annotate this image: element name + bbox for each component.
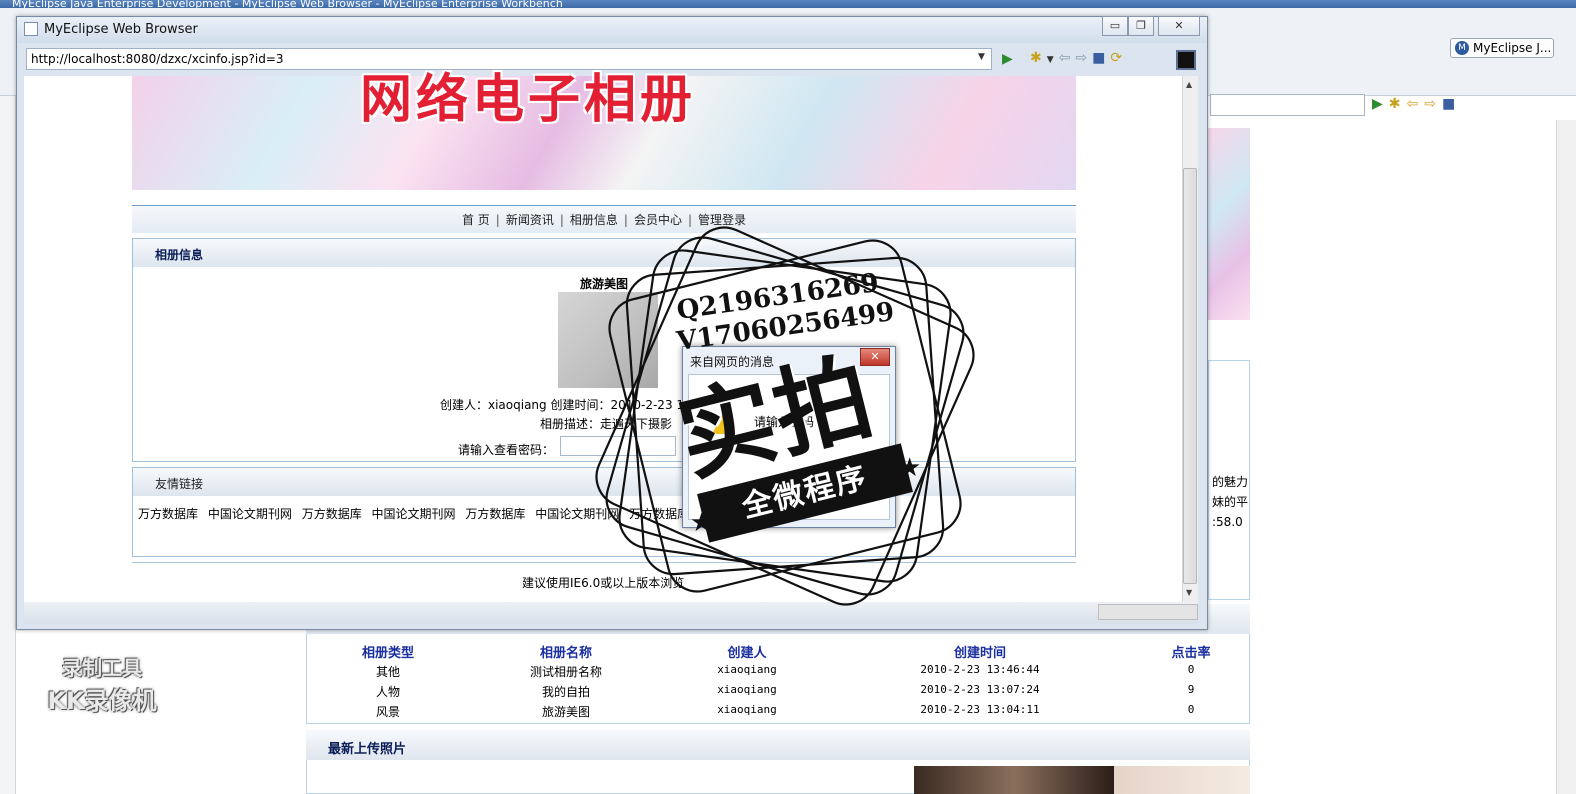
workbench-left-strip [0,96,16,794]
nav-members[interactable]: 会员中心 [634,213,682,227]
forward-icon[interactable]: ⇨ [1424,96,1442,112]
friend-link[interactable]: 中国论文期刊网 [208,507,292,521]
browser-app-icon [24,22,38,36]
workbench-title: MyEclipse Java Enterprise Development - … [12,0,563,8]
latest-photos-header [306,730,1250,760]
stop-icon[interactable]: ■ [1092,50,1110,66]
table-cell-link[interactable]: 我的自拍 [510,683,622,700]
table-cell: 2010-2-23 13:04:11 [920,703,1040,716]
close-button[interactable]: ✕ [1158,16,1200,36]
horizontal-scroll-thumb[interactable] [1098,604,1198,620]
browser-title: MyEclipse Web Browser [44,22,198,37]
background-url-field[interactable] [1210,94,1365,116]
kk-recorder-logo: 录制工具 KK录像机 [32,652,172,715]
chevron-down-icon[interactable]: ▼ [1047,55,1059,65]
friend-links-title: 友情链接 [155,477,204,491]
table-cell-link[interactable]: 测试相册名称 [510,663,622,680]
scroll-up-icon[interactable]: ▲ [1186,80,1192,89]
col-header-clicks: 点击率 [1171,646,1211,661]
nav-albums[interactable]: 相册信息 [570,213,618,227]
album-name: 旅游美图 [580,277,629,291]
nav-home[interactable]: 首 页 [462,213,490,227]
table-cell: 人物 [375,685,400,699]
table-cell: 2010-2-23 13:46:44 [920,663,1040,676]
favorite-icon[interactable]: ✱ [1030,50,1047,66]
col-header-creator: 创建人 [727,646,767,661]
minimize-icon: ▭ [1109,19,1121,32]
table-cell-link[interactable]: 旅游美图 [510,703,622,720]
url-input[interactable]: http://localhost:8080/dzxc/xcinfo.jsp?id… [26,48,992,70]
close-icon: ✕ [870,350,880,363]
nav-admin-login[interactable]: 管理登录 [698,213,746,227]
perspective-button[interactable]: M MyEclipse J... [1450,38,1554,58]
friend-link[interactable]: 万方数据库 [138,507,198,521]
stop-icon[interactable]: ■ [1442,96,1461,112]
kk-logo-line2: KK录像机 [47,687,157,715]
col-header-type: 相册类型 [361,646,414,661]
close-icon: ✕ [1174,19,1184,32]
table-cell: 0 [1187,663,1195,676]
table-cell: xiaoqiang [717,703,777,716]
footer-divider [132,562,1076,563]
table-cell: 0 [1187,703,1195,716]
console-icon[interactable] [1176,50,1196,70]
scroll-down-icon[interactable]: ▼ [1186,588,1192,597]
scroll-thumb[interactable] [1183,168,1197,584]
background-banner [1208,128,1250,320]
background-right-text: 的魅力 妹的平 :58.0 [1212,472,1252,532]
favorite-icon[interactable]: ✱ [1389,96,1407,112]
footer-text: 建议使用IE6.0或以上版本浏览 [522,576,685,590]
friend-link[interactable]: 中国论文期刊网 [372,507,456,521]
password-input[interactable] [560,436,676,456]
site-nav: 首 页 | 新闻资讯 | 相册信息 | 会员中心 | 管理登录 [132,205,1076,233]
latest-photos-title: 最新上传照片 [328,742,407,757]
go-icon[interactable]: ▶ [1002,51,1013,67]
password-label: 请输入查看密码： [458,443,555,457]
col-header-name: 相册名称 [539,646,592,661]
album-info-header [133,239,1075,267]
friend-link[interactable]: 中国论文期刊网 [535,507,619,521]
browser-status-bar [24,602,1198,624]
minimize-button[interactable]: ▭ [1102,16,1128,36]
forward-icon[interactable]: ⇨ [1075,50,1092,66]
friend-link[interactable]: 万方数据库 [302,507,362,521]
friend-link[interactable]: 万方数据库 [465,507,525,521]
album-creator-line: 创建人：xiaoqiang 创建时间：2010-2-23 13 [440,398,692,412]
table-cell: 风景 [375,705,400,719]
kk-logo-line1: 录制工具 [62,656,142,680]
table-cell: 2010-2-23 13:07:24 [920,683,1040,696]
table-cell: 9 [1187,683,1195,696]
refresh-icon[interactable]: ⟳ [1110,50,1127,66]
album-cover-image [558,292,658,388]
latest-photo-thumb[interactable] [1114,766,1250,794]
background-toolbar-icons: ▶✱⇦⇨■ [1372,96,1572,114]
back-icon[interactable]: ⇦ [1407,96,1425,112]
album-description: 相册描述：走遍天下摄影 [540,417,673,431]
myeclipse-icon: M [1455,41,1469,55]
bg-text-3: :58.0 [1212,515,1243,529]
chevron-down-icon[interactable]: ▼ [978,52,985,62]
maximize-button[interactable]: ❐ [1128,16,1154,36]
back-icon[interactable]: ⇦ [1059,50,1076,66]
banner-title: 网络电子相册 [360,70,697,130]
dialog-close-button[interactable]: ✕ [860,348,890,366]
bg-text-2: 妹的平 [1212,495,1249,509]
perspective-label: MyEclipse J... [1473,41,1552,55]
table-cell: 其他 [375,665,400,679]
album-info-title: 相册信息 [155,248,204,262]
col-header-time: 创建时间 [953,646,1006,661]
table-cell: xiaoqiang [717,683,777,696]
friend-link[interactable]: 万方数据库 [629,507,689,521]
nav-news[interactable]: 新闻资讯 [506,213,554,227]
friend-links-row: 万方数据库 中国论文期刊网 万方数据库 中国论文期刊网 万方数据库 中国论文期刊… [138,505,1078,522]
maximize-icon: ❐ [1136,19,1146,32]
go-icon[interactable]: ▶ [1372,96,1389,112]
friend-links-header [133,468,1075,496]
latest-photo-thumb[interactable] [914,766,1114,794]
workbench-scrollbar[interactable] [1556,120,1576,794]
bg-text-1: 的魅力 [1212,475,1249,489]
browser-toolbar: ✱▼⇦⇨■⟳ [1030,50,1170,70]
workbench-title-bar: MyEclipse Java Enterprise Development - … [0,0,1576,8]
table-cell: xiaoqiang [717,663,777,676]
